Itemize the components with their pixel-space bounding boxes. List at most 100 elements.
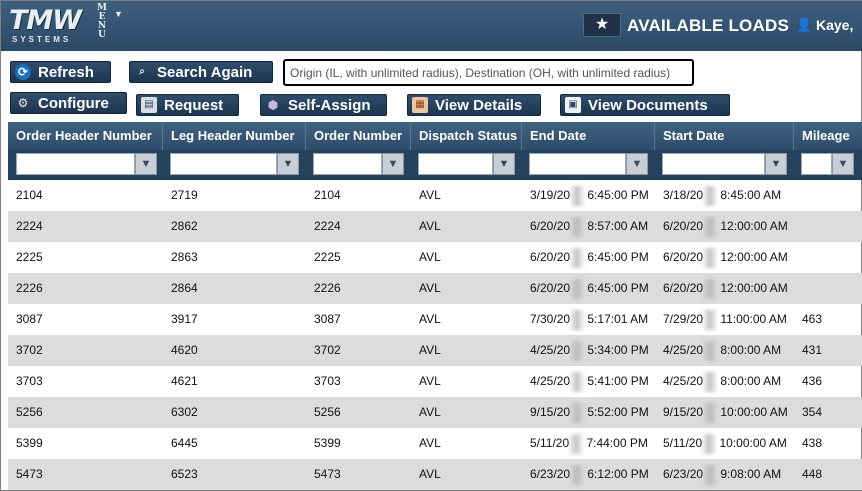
favorite-button[interactable]: ★ (583, 13, 621, 37)
time-part: 8:57:00 AM (584, 219, 649, 233)
menu-letter: U (98, 30, 106, 40)
cell-order-header-number: 3702 (16, 343, 43, 357)
view-details-label: View Details (435, 96, 523, 114)
date-part: 6/23/20 (663, 467, 704, 481)
column-header-end-date[interactable]: End Date (522, 122, 655, 150)
filter-icon[interactable]: ▼ (277, 153, 299, 175)
cell-start-date: 9/15/20 10:00:00 AM (655, 397, 788, 428)
table-row[interactable]: 3087 3917 3087 AVL 7/30/20 5:17:01 AM 7/29/20… (8, 304, 862, 335)
table-row[interactable]: 5399 6445 5399 AVL 5/11/20 7:44:00 PM 5/11/20… (8, 428, 862, 459)
view-details-button[interactable]: ▦ View Details (407, 94, 541, 116)
cell-leg-header-number: 2862 (171, 219, 198, 233)
filter-input[interactable] (418, 153, 493, 175)
logo-subtext: SYSTEMS (12, 35, 72, 44)
cell-dispatch-status: AVL (419, 312, 441, 326)
date-part: 9/15/20 (530, 405, 571, 419)
grid-header-row: Order Header Number Leg Header Number Or… (8, 122, 862, 150)
column-header-dispatch-status[interactable]: Dispatch Status (411, 122, 522, 150)
refresh-button[interactable]: ⟳ Refresh (10, 61, 111, 83)
time-part: 10:00:00 AM (717, 405, 788, 419)
menu-button[interactable]: MENU (95, 4, 109, 40)
date-part: 3/19/20 (530, 188, 571, 202)
filter-icon[interactable]: ▼ (626, 153, 648, 175)
date-part: 6/20/20 (663, 281, 704, 295)
column-header-mileage[interactable]: Mileage (794, 122, 862, 150)
cell-order-header-number: 5473 (16, 467, 43, 481)
redacted-year (570, 371, 585, 392)
cell-order-header-number: 2225 (16, 250, 43, 264)
filter-input[interactable] (529, 153, 626, 175)
filter-input[interactable] (16, 153, 135, 175)
time-part: 6:45:00 PM (584, 281, 649, 295)
star-icon: ★ (594, 16, 610, 33)
table-row[interactable]: 3703 4621 3703 AVL 4/25/20 5:41:00 PM 4/25/20… (8, 366, 862, 397)
search-again-button[interactable]: ⌕ Search Again (129, 61, 273, 83)
redacted-year (702, 433, 717, 454)
self-assign-label: Self-Assign (288, 96, 371, 114)
user-name[interactable]: Kaye, (816, 17, 853, 33)
filter-leg-header-number: ▼ (170, 153, 299, 175)
cell-dispatch-status: AVL (419, 281, 441, 295)
filter-icon[interactable]: ▼ (135, 153, 157, 175)
cell-dispatch-status: AVL (419, 250, 441, 264)
self-assign-button[interactable]: ⬢ Self-Assign (260, 94, 387, 116)
user-icon: 👤 (796, 17, 813, 32)
table-row[interactable]: 2224 2862 2224 AVL 6/20/20 8:57:00 AM 6/20/20… (8, 211, 862, 242)
cell-start-date: 6/20/20 12:00:00 AM (655, 242, 788, 273)
time-part: 5:52:00 PM (584, 405, 649, 419)
filter-icon[interactable]: ▼ (382, 153, 404, 175)
filter-icon[interactable]: ▼ (832, 153, 854, 175)
cell-end-date: 7/30/20 5:17:01 AM (522, 304, 648, 335)
redacted-year (703, 402, 718, 423)
table-row[interactable]: 5473 6523 5473 AVL 6/23/20 6:12:00 PM 6/23/20… (8, 459, 862, 490)
cell-order-header-number: 2226 (16, 281, 43, 295)
self-assign-icon: ⬢ (267, 98, 279, 112)
tmw-logo[interactable]: TMW SYSTEMS (9, 5, 89, 45)
view-documents-button[interactable]: ▣ View Documents (560, 94, 730, 116)
details-icon: ▦ (412, 97, 428, 113)
column-header-start-date[interactable]: Start Date (655, 122, 794, 150)
cell-order-number: 2104 (314, 188, 341, 202)
redacted-year (570, 402, 585, 423)
configure-button[interactable]: ⚙ Configure (10, 92, 127, 114)
cell-leg-header-number: 2864 (171, 281, 198, 295)
cell-leg-header-number: 4620 (171, 343, 198, 357)
filter-icon[interactable]: ▼ (765, 153, 787, 175)
table-row[interactable]: 2226 2864 2226 AVL 6/20/20 6:45:00 PM 6/20/20… (8, 273, 862, 304)
filter-input[interactable] (170, 153, 277, 175)
filter-input[interactable] (662, 153, 765, 175)
redacted-year (703, 371, 718, 392)
request-button[interactable]: ▤ Request (136, 94, 239, 116)
table-row[interactable]: 5256 6302 5256 AVL 9/15/20 5:52:00 PM 9/15/20… (8, 397, 862, 428)
filter-icon[interactable]: ▼ (493, 153, 515, 175)
redacted-year (570, 464, 585, 485)
cell-start-date: 6/20/20 12:00:00 AM (655, 211, 788, 242)
filter-input[interactable] (313, 153, 382, 175)
chevron-down-icon[interactable]: ▼ (114, 9, 123, 19)
time-part: 11:00:00 AM (717, 312, 787, 326)
date-part: 6/20/20 (530, 250, 571, 264)
date-part: 4/25/20 (663, 374, 704, 388)
cell-order-number: 3703 (314, 374, 341, 388)
date-part: 4/25/20 (530, 374, 571, 388)
column-header-order-number[interactable]: Order Number (306, 122, 411, 150)
table-row[interactable]: 2104 2719 2104 AVL 3/19/20 6:45:00 PM 3/18/20… (8, 180, 862, 211)
table-row[interactable]: 3702 4620 3702 AVL 4/25/20 5:34:00 PM 4/25/20… (8, 335, 862, 366)
cell-mileage (794, 211, 802, 242)
time-part: 12:00:00 AM (717, 250, 788, 264)
grid-filter-row: ▼ ▼ ▼ ▼ ▼ ▼ ▼ (8, 150, 862, 180)
time-part: 5:17:01 AM (584, 312, 649, 326)
cell-mileage: 438 (802, 436, 823, 450)
column-header-order-header-number[interactable]: Order Header Number (8, 122, 163, 150)
cell-start-date: 5/11/20 10:00:00 AM (655, 428, 787, 459)
filter-input[interactable] (801, 153, 832, 175)
redacted-year (703, 464, 718, 485)
redacted-year (570, 278, 585, 299)
gear-icon: ⚙ (17, 96, 29, 110)
date-part: 6/20/20 (530, 219, 571, 233)
cell-end-date: 6/20/20 8:57:00 AM (522, 211, 648, 242)
table-row[interactable]: 2225 2863 2225 AVL 6/20/20 6:45:00 PM 6/20/20… (8, 242, 862, 273)
cell-dispatch-status: AVL (419, 436, 441, 450)
column-header-leg-header-number[interactable]: Leg Header Number (163, 122, 306, 150)
cell-order-header-number: 3087 (16, 312, 43, 326)
